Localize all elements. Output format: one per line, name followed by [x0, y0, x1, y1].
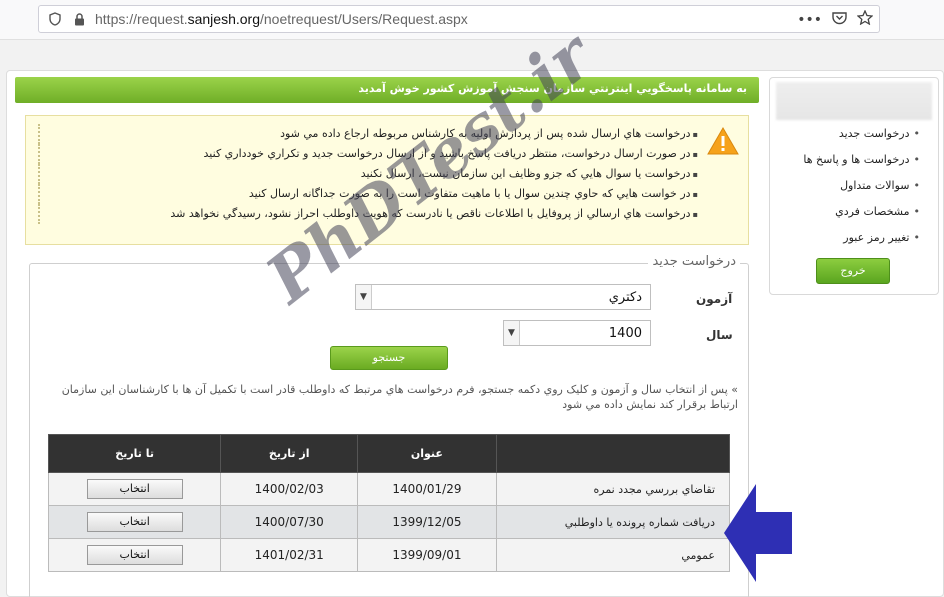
more-icon[interactable]: ••• — [797, 12, 822, 28]
browser-toolbar: https://request.sanjesh.org/noetrequest/… — [0, 0, 944, 40]
page-container: درخواست جديد درخواست ها و پاسخ ها سوالات… — [6, 70, 944, 597]
row-to-date: 1400/02/03 — [220, 472, 359, 506]
exam-label: آزمون — [696, 292, 733, 306]
welcome-banner: به سامانه پاسخگويي اينترنتي سازمان سنجش … — [15, 77, 759, 103]
notice-item: درخواست هاي ارسالي از پروفايل با اطلاعات… — [38, 204, 698, 224]
chevron-down-icon[interactable]: ▼ — [356, 285, 372, 309]
notice-item: درخواست هاي ارسال شده پس از پردازش اوليه… — [38, 124, 698, 144]
row-from-date: 1399/09/01 — [357, 538, 497, 572]
table-row: انتخاب 1400/02/03 1400/01/29 تقاضاي بررس… — [47, 472, 731, 506]
pick-button[interactable]: انتخاب — [86, 545, 183, 565]
pointer-arrow-icon — [724, 484, 792, 582]
notice-item: درخواست يا سوال هايي که جزو وظايف اين سا… — [38, 164, 698, 184]
sidebar-item-change-password[interactable]: تغيير رمز عبور — [770, 228, 920, 254]
sidebar-item-faq[interactable]: سوالات متداول — [770, 176, 920, 202]
row-title: دريافت شماره پرونده يا داوطلبي — [495, 505, 731, 539]
request-types-table: تا تاريخ از تاريخ عنوان انتخاب 1400/02/0… — [47, 434, 731, 572]
row-to-date: 1401/02/31 — [220, 538, 359, 572]
row-to-date: 1400/07/30 — [220, 505, 359, 539]
sidebar-menu: درخواست جديد درخواست ها و پاسخ ها سوالات… — [770, 124, 938, 254]
chevron-down-icon[interactable]: ▼ — [504, 321, 520, 345]
sidebar: درخواست جديد درخواست ها و پاسخ ها سوالات… — [769, 77, 939, 295]
warning-icon — [707, 126, 739, 155]
address-bar[interactable]: https://request.sanjesh.org/noetrequest/… — [38, 5, 880, 33]
row-title: تقاضاي بررسي مجدد نمره — [495, 472, 731, 506]
notice-item: در خواست هايي که حاوي چندين سوال يا با م… — [38, 184, 698, 204]
url-text: https://request.sanjesh.org/noetrequest/… — [95, 11, 468, 27]
year-label: سال — [706, 328, 733, 342]
col-from-date: از تاريخ — [220, 434, 359, 473]
notice-box: درخواست هاي ارسال شده پس از پردازش اوليه… — [25, 115, 749, 245]
sidebar-item-new-request[interactable]: درخواست جديد — [770, 124, 920, 150]
row-from-date: 1400/01/29 — [357, 472, 497, 506]
new-request-fieldset: درخواست جديد آزمون ▼ دکتري سال ▼ 1400 جس… — [29, 254, 749, 597]
pick-button[interactable]: انتخاب — [86, 479, 183, 499]
page-top-gap — [0, 40, 944, 70]
exam-select[interactable]: ▼ دکتري — [355, 284, 651, 310]
notice-item: در صورت ارسال درخواست، منتظر دريافت پاسخ… — [38, 144, 698, 164]
main-panel: به سامانه پاسخگويي اينترنتي سازمان سنجش … — [15, 77, 759, 597]
sidebar-item-profile[interactable]: مشخصات فردي — [770, 202, 920, 228]
form-hint: » پس از انتخاب سال و آزمون و کليک روي دک… — [61, 383, 738, 411]
star-icon[interactable] — [856, 9, 874, 29]
col-title — [495, 434, 731, 473]
fieldset-legend: درخواست جديد — [648, 254, 740, 269]
shield-icon[interactable] — [47, 11, 63, 27]
row-pick-cell: انتخاب — [47, 472, 222, 506]
table-row: انتخاب 1401/02/31 1399/09/01 عمومي — [47, 538, 731, 572]
table-row: انتخاب 1400/07/30 1399/12/05 دريافت شمار… — [47, 505, 731, 539]
logout-button[interactable]: خروج — [816, 258, 890, 284]
row-pick-cell: انتخاب — [47, 505, 222, 539]
year-select[interactable]: ▼ 1400 — [503, 320, 651, 346]
sidebar-item-requests-answers[interactable]: درخواست ها و پاسخ ها — [770, 150, 920, 176]
col-to-date: تا تاريخ — [47, 434, 222, 473]
pocket-icon[interactable] — [832, 11, 847, 29]
lock-icon[interactable] — [71, 11, 87, 27]
row-pick-cell: انتخاب — [47, 538, 222, 572]
search-button[interactable]: جستجو — [330, 346, 448, 370]
pick-button[interactable]: انتخاب — [86, 512, 183, 532]
col-title: عنوان — [357, 434, 497, 473]
row-title: عمومي — [495, 538, 731, 572]
row-from-date: 1399/12/05 — [357, 505, 497, 539]
user-info-blurred — [776, 82, 932, 120]
